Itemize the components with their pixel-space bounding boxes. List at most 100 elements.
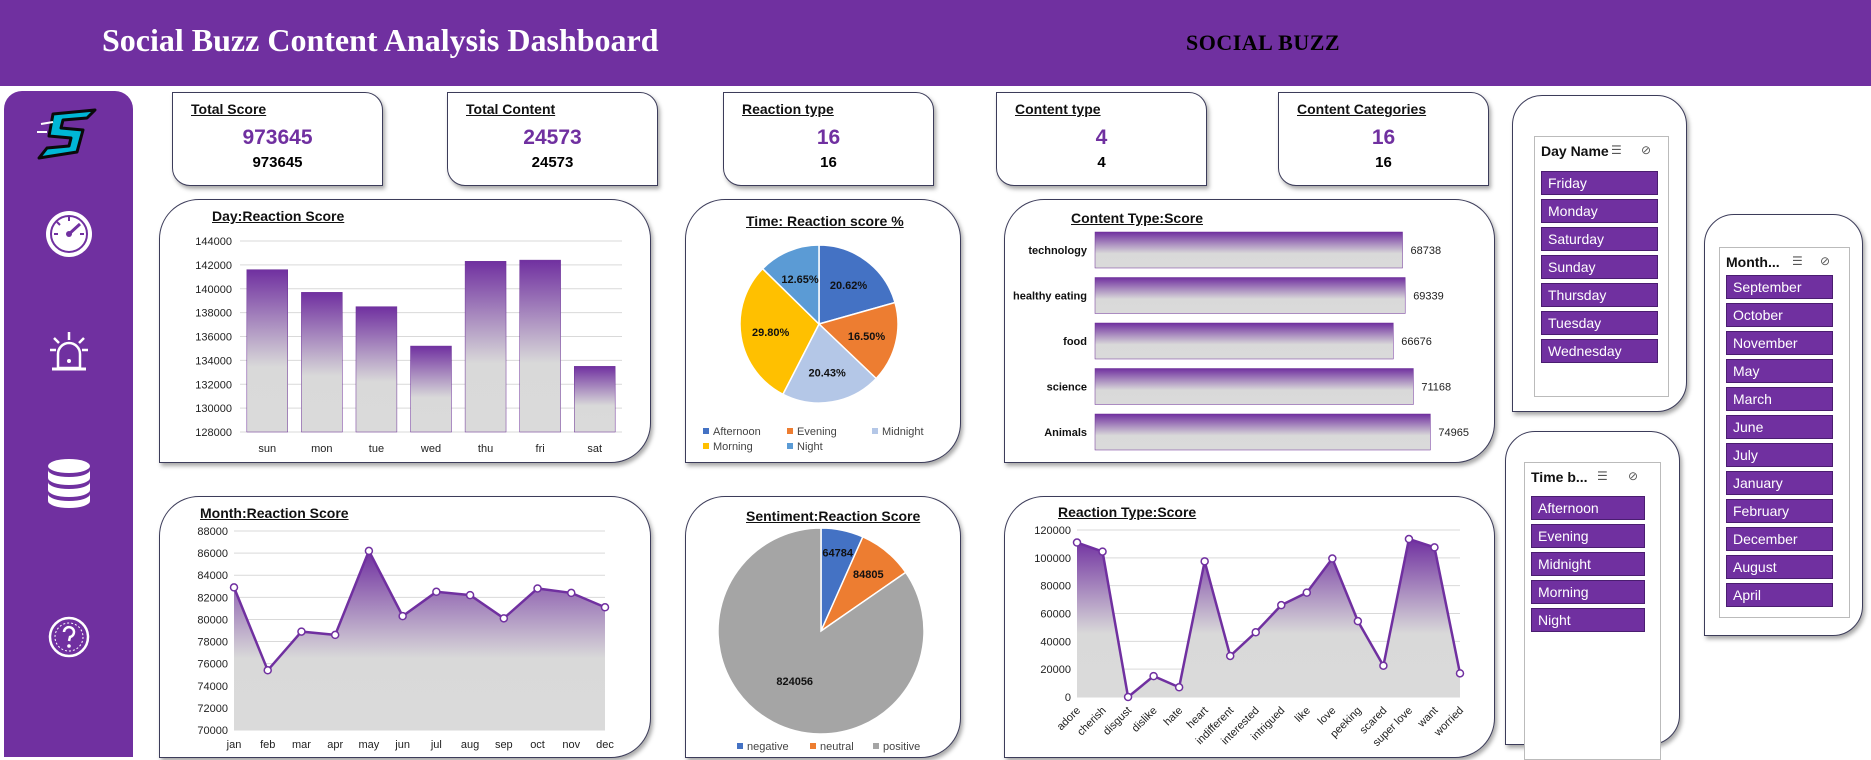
slicer-item[interactable]: July <box>1726 443 1833 467</box>
legend-swatch <box>787 443 793 449</box>
slicer-item[interactable]: April <box>1726 583 1833 607</box>
slicer-item[interactable]: January <box>1726 471 1833 495</box>
data-point <box>567 588 576 598</box>
multiselect-icon[interactable]: ☰ <box>1611 143 1622 157</box>
data-point <box>600 603 610 612</box>
kpi-content-type: Content type 4 4 <box>996 92 1207 186</box>
y-tick-label: 60000 <box>1040 609 1071 621</box>
slicer-item[interactable]: Friday <box>1541 171 1658 195</box>
data-point <box>1328 554 1337 563</box>
data-point <box>1225 651 1235 661</box>
slicer-item[interactable]: Morning <box>1531 580 1645 604</box>
time-slicer: Time b... ☰ ⊘ Afternoon Evening Midnight Mo… <box>1505 431 1680 760</box>
data-point <box>432 587 441 597</box>
multiselect-icon[interactable]: ☰ <box>1792 254 1803 268</box>
y-tick-label: 0 <box>1065 692 1071 704</box>
day-reaction-panel: Day:Reaction Score 144000 142000 140000 138… <box>159 199 651 463</box>
time-reaction-panel: Time: Reaction score % 20.62% 16.50% 20.43… <box>685 199 961 463</box>
kpi-label: Reaction type <box>742 101 834 117</box>
slicer-item[interactable]: September <box>1726 275 1833 299</box>
slicer-item[interactable]: Midnight <box>1531 552 1645 576</box>
kpi-value: 16 <box>816 126 841 149</box>
legend-swatch <box>810 743 816 749</box>
x-tick-label: wed <box>420 443 441 455</box>
slicer-item[interactable]: Evening <box>1531 524 1645 548</box>
slicer-item[interactable]: Tuesday <box>1541 311 1658 335</box>
x-tick-label: disgust <box>1101 705 1134 738</box>
data-label: 64784 <box>822 547 853 559</box>
slicer-item[interactable]: Saturday <box>1541 227 1658 251</box>
clear-filter-icon[interactable]: ⊘ <box>1628 469 1638 483</box>
slicer-item[interactable]: Monday <box>1541 199 1658 223</box>
data-point <box>1098 547 1107 556</box>
legend-label: Night <box>797 441 823 453</box>
alarm-icon[interactable] <box>4 328 133 374</box>
slicer-item[interactable]: Afternoon <box>1531 496 1645 520</box>
kpi-label: Content type <box>1015 101 1101 117</box>
slicer-item[interactable]: October <box>1726 303 1833 327</box>
data-point <box>1123 692 1133 702</box>
content-bar-chart: 68738 technology 69339 healthy eating 66676 f… <box>1013 231 1469 451</box>
data-point <box>1277 600 1286 610</box>
y-tick-label: 80000 <box>1040 581 1071 593</box>
slicer-item[interactable]: February <box>1726 499 1833 523</box>
clear-filter-icon[interactable]: ⊘ <box>1641 143 1651 157</box>
multiselect-icon[interactable]: ☰ <box>1597 469 1608 483</box>
data-point <box>1379 661 1388 670</box>
slicer-panel: Time b... ☰ ⊘ Afternoon Evening Midnight Mo… <box>1524 462 1661 760</box>
slicer-item[interactable]: Night <box>1531 608 1645 632</box>
slicer-title: Time b... <box>1531 469 1588 485</box>
slicer-item[interactable]: Thursday <box>1541 283 1658 307</box>
x-tick-label: hate <box>1162 705 1186 729</box>
data-point <box>1302 588 1312 597</box>
header-bar: Social Buzz Content Analysis Dashboard S… <box>0 0 1871 86</box>
bar <box>519 259 561 433</box>
sentiment-panel: Sentiment:Reaction Score 64784 84805 82405… <box>685 496 961 758</box>
y-tick-label: healthy eating <box>1013 291 1087 303</box>
y-tick-label: science <box>1047 382 1087 394</box>
data-point <box>364 546 374 556</box>
legend-swatch <box>737 743 743 749</box>
x-tick-label: sun <box>258 443 276 455</box>
y-tick-label: 120000 <box>1034 525 1071 537</box>
clear-filter-icon[interactable]: ⊘ <box>1820 254 1830 268</box>
help-icon[interactable] <box>4 615 133 659</box>
speedometer-icon[interactable] <box>4 209 133 259</box>
slicer-item[interactable]: Sunday <box>1541 255 1658 279</box>
data-point <box>1149 671 1158 681</box>
y-tick-label: 40000 <box>1040 636 1071 648</box>
slicer-item[interactable]: May <box>1726 359 1833 383</box>
kpi-value: 4 <box>1095 126 1108 149</box>
kpi-total-score: Total Score 973645 973645 <box>172 92 383 186</box>
data-point <box>1072 538 1082 547</box>
sidebar <box>4 91 133 757</box>
x-tick-label: sat <box>587 443 602 455</box>
area-fill <box>234 550 605 730</box>
slicer-item[interactable]: November <box>1726 331 1833 355</box>
slicer-item[interactable]: March <box>1726 387 1833 411</box>
bar <box>1094 277 1406 314</box>
slicer-item[interactable]: August <box>1726 555 1833 579</box>
y-tick-label: 136000 <box>195 332 232 344</box>
data-label: 824056 <box>776 676 813 688</box>
data-point <box>229 583 239 592</box>
slicer-item[interactable]: December <box>1726 527 1833 551</box>
x-tick-label: sep <box>495 739 513 751</box>
slicer-item[interactable]: Wednesday <box>1541 339 1658 363</box>
x-tick-label: feb <box>260 739 275 751</box>
legend-label: Midnight <box>882 426 924 438</box>
data-label: 71168 <box>1421 382 1451 394</box>
data-label: 84805 <box>853 569 884 581</box>
database-icon[interactable] <box>4 457 133 509</box>
x-tick-label: nov <box>562 739 580 751</box>
brand-name: SOCIAL BUZZ <box>1186 30 1341 55</box>
data-point <box>533 584 542 593</box>
y-tick-label: 74000 <box>197 681 228 693</box>
slicer-panel: Day Name ☰ ⊘ Friday Monday Saturday Sunday T… <box>1534 136 1669 397</box>
reaction-area-chart: 120000100000800006000040000200000adorech… <box>1034 525 1466 749</box>
slicer-item[interactable]: June <box>1726 415 1833 439</box>
reaction-type-panel: Reaction Type:Score 120000 100000 80000 600… <box>1004 496 1495 758</box>
slicer-title: Day Name <box>1541 143 1609 159</box>
y-tick-label: 140000 <box>195 284 232 296</box>
data-point <box>263 666 272 675</box>
